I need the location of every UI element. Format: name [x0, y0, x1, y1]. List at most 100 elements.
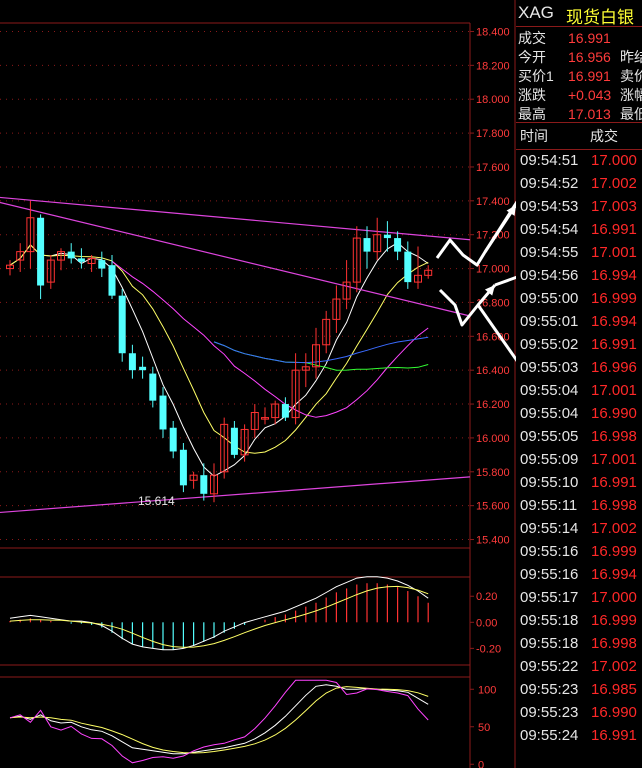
candle-down	[108, 265, 116, 296]
tick-price: 16.990	[591, 704, 637, 721]
tick-time: 09:55:11	[520, 497, 578, 514]
tick-price: 17.002	[591, 175, 637, 192]
quote-label: 买价1	[518, 68, 554, 84]
tick-time: 09:55:04	[520, 382, 579, 399]
tick-time: 09:55:00	[520, 290, 579, 307]
price-tick-label: 17.600	[476, 162, 510, 174]
quote-extra-label: 涨幅	[620, 87, 642, 103]
trend-line-support	[0, 476, 471, 514]
tick-time: 09:55:16	[520, 566, 579, 583]
tick-price: 16.999	[591, 612, 637, 629]
tick-row: 09:54:53 17.003	[516, 195, 642, 218]
ticks-header-time: 时间	[520, 128, 548, 144]
candle-down	[159, 395, 167, 430]
price-tick-label: 15.800	[476, 467, 510, 479]
tick-row: 09:55:23 16.985	[516, 678, 642, 701]
tick-row: 09:55:24 16.991	[516, 724, 642, 747]
tick-price: 17.001	[591, 382, 637, 399]
tick-price: 16.996	[591, 359, 637, 376]
symbol-name: 现货白银	[566, 8, 634, 27]
tick-row: 09:55:17 17.000	[516, 586, 642, 609]
macd-tick-label: 0.20	[476, 591, 497, 603]
candle-down	[139, 366, 147, 371]
tick-price: 16.994	[591, 267, 637, 284]
candle-down	[98, 260, 106, 269]
tick-price: 16.991	[591, 336, 637, 353]
quote-label: 成交	[518, 30, 546, 46]
tick-price: 16.998	[591, 428, 637, 445]
candle-down	[363, 238, 371, 252]
quote-extra-label: 卖价	[620, 68, 642, 84]
price-tick-label: 15.400	[476, 535, 510, 547]
quote-label: 涨跌	[518, 87, 546, 103]
tick-price: 17.003	[591, 198, 637, 215]
tick-time: 09:55:23	[520, 704, 579, 721]
kdj-panel: 100 50 0	[9, 679, 496, 768]
tick-price: 16.994	[591, 566, 637, 583]
tick-row: 09:55:04 16.990	[516, 402, 642, 425]
price-tick-label: 16.000	[476, 433, 510, 445]
tick-time: 09:54:53	[520, 198, 579, 215]
tick-row: 09:55:04 17.001	[516, 379, 642, 402]
tick-time: 09:54:56	[520, 267, 579, 284]
ma-line	[213, 336, 429, 364]
quote-value: 16.991	[568, 30, 611, 46]
tick-row: 09:55:02 16.991	[516, 333, 642, 356]
candle-down	[179, 449, 187, 486]
tick-row: 09:55:16 16.999	[516, 540, 642, 563]
tick-row: 09:54:52 17.002	[516, 172, 642, 195]
ma-line	[9, 244, 429, 454]
tick-price: 16.991	[591, 474, 637, 491]
tick-row: 09:55:18 16.998	[516, 632, 642, 655]
tick-row: 09:55:11 16.998	[516, 494, 642, 517]
tick-price: 17.002	[591, 520, 637, 537]
tick-time: 09:55:17	[520, 589, 579, 606]
tick-price: 17.001	[591, 451, 637, 468]
quote-value: +0.043	[568, 87, 612, 103]
tick-price: 16.990	[591, 405, 637, 422]
macd-dea-line	[9, 585, 429, 648]
quote-header: XAG 现货白银	[516, 0, 642, 27]
candle-down	[383, 234, 391, 239]
tick-time: 09:54:54	[520, 221, 579, 238]
tick-price: 16.999	[591, 543, 637, 560]
tick-time: 09:55:09	[520, 451, 579, 468]
tick-row: 09:55:22 17.002	[516, 655, 642, 678]
ma-line	[9, 242, 429, 477]
candle-down	[200, 475, 208, 494]
kdj-tick-label: 100	[478, 684, 496, 696]
tick-price: 17.000	[591, 589, 637, 606]
ma-line	[111, 260, 429, 418]
tick-row: 09:55:05 16.998	[516, 425, 642, 448]
tick-row: 09:55:14 17.002	[516, 517, 642, 540]
trend-line-down	[0, 201, 471, 317]
quote-extra-label: 昨结	[620, 49, 642, 65]
tick-price: 17.000	[591, 152, 637, 169]
price-tick-label: 16.200	[476, 399, 510, 411]
ticks-header-price: 成交	[590, 128, 618, 144]
kline-chart[interactable]: 18.40018.20018.00017.80017.60017.40017.2…	[0, 0, 516, 768]
tick-time: 09:55:03	[520, 359, 579, 376]
price-tick-label: 17.400	[476, 196, 510, 208]
kdj-line	[9, 686, 429, 754]
tick-row: 09:55:01 16.994	[516, 310, 642, 333]
quote-label: 最高	[518, 106, 546, 122]
ma-line	[213, 341, 429, 371]
quote-value: 16.991	[568, 68, 611, 84]
candle-down	[394, 238, 402, 252]
macd-tick-label: -0.20	[476, 643, 501, 655]
tick-time: 09:54:55	[520, 244, 579, 261]
tick-price: 16.998	[591, 635, 637, 652]
candlesticks	[6, 200, 433, 503]
tick-price: 17.001	[591, 244, 637, 261]
tick-time: 09:54:52	[520, 175, 579, 192]
macd-dif-line	[9, 576, 429, 651]
tick-time: 09:55:18	[520, 635, 579, 652]
tick-price: 16.994	[591, 313, 637, 330]
tick-time: 09:55:02	[520, 336, 579, 353]
tick-time: 09:55:10	[520, 474, 579, 491]
tick-time: 09:55:05	[520, 428, 579, 445]
macd-tick-label: 0.00	[476, 617, 497, 629]
quote-extra-label: 最低	[620, 106, 642, 122]
tick-time: 09:55:14	[520, 520, 579, 537]
